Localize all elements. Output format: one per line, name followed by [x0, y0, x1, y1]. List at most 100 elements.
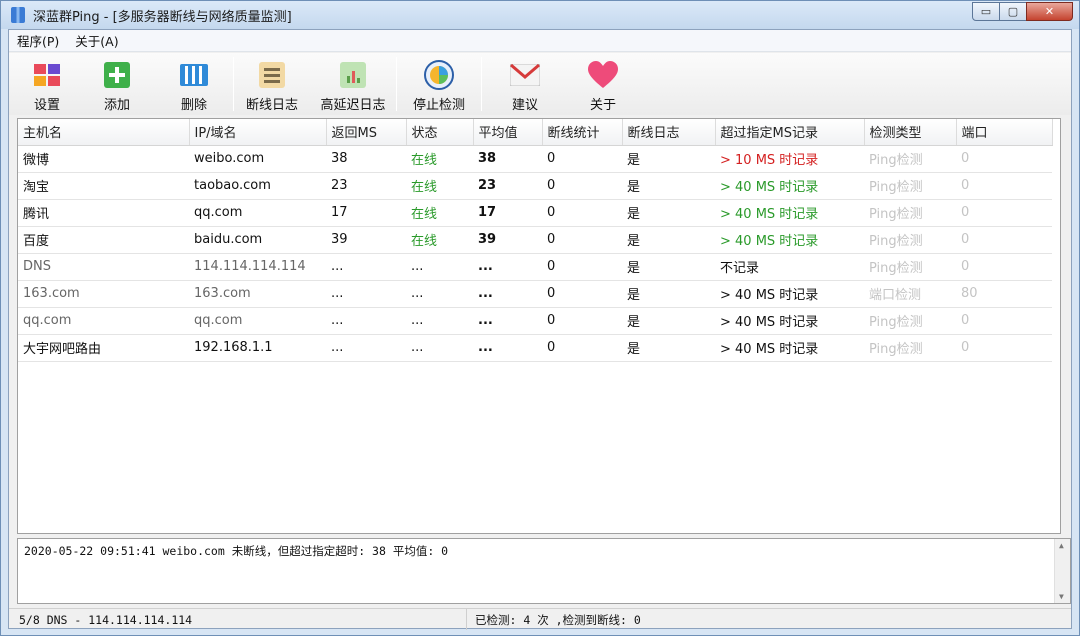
menu-bar: 程序(P) 关于(A) — [9, 30, 1071, 52]
cell-port: 0 — [956, 226, 1052, 254]
cell-avg: 39 — [473, 226, 542, 254]
cell-ip: taobao.com — [189, 172, 326, 200]
cell-log: 是 — [622, 280, 715, 308]
cell-host: 微博 — [18, 145, 189, 173]
stop-detect-button[interactable]: 停止检测 — [397, 53, 481, 115]
host-table[interactable]: 主机名 IP/域名 返回MS 状态 平均值 断线统计 断线日志 超过指定MS记录 检测类型 端口 … — [17, 118, 1061, 534]
column-header[interactable]: 断线日志 — [622, 119, 716, 146]
cell-status: 在线 — [406, 199, 473, 227]
cell-drops: 0 — [542, 307, 622, 335]
cell-log: 是 — [622, 334, 715, 362]
column-header[interactable]: 断线统计 — [542, 119, 623, 146]
cell-log: 是 — [622, 172, 715, 200]
cell-status: 在线 — [406, 145, 473, 173]
cell-type: Ping检测 — [864, 145, 956, 173]
cell-ms: 17 — [326, 199, 406, 227]
cell-drops: 0 — [542, 172, 622, 200]
cell-ms: 23 — [326, 172, 406, 200]
table-row[interactable]: DNS 114.114.114.114......... 0 是不记录 Ping检测 0 — [18, 253, 1052, 281]
cell-log: 是 — [622, 199, 715, 227]
settings-button[interactable]: 设置 — [15, 53, 79, 115]
menu-program[interactable]: 程序(P) — [9, 31, 67, 50]
cell-over: 不记录 — [715, 253, 864, 281]
disconnect-log-button[interactable]: 断线日志 — [234, 53, 310, 115]
log-line: 2020-05-22 09:51:41 weibo.com 未断线，但超过指定超… — [24, 544, 449, 558]
delete-button[interactable]: 删除 — [155, 53, 233, 115]
column-header[interactable]: IP/域名 — [189, 119, 327, 146]
cell-over: > 40 MS 时记录 — [715, 172, 864, 200]
column-header[interactable]: 状态 — [406, 119, 474, 146]
disconnect-log-label: 断线日志 — [245, 98, 298, 113]
settings-label: 设置 — [33, 98, 60, 113]
table-row[interactable]: 淘宝 taobao.com 23 在线 23 0 是 > 40 MS 时记录 Ping检测 0 — [18, 172, 1052, 200]
cell-type: Ping检测 — [864, 334, 956, 362]
column-header[interactable]: 返回MS — [326, 119, 407, 146]
cell-drops: 0 — [542, 334, 622, 362]
column-header[interactable]: 平均值 — [473, 119, 543, 146]
table-row[interactable]: 大宇网吧路由 192.168.1.1......... 0 是 > 40 MS 时记录 P… — [18, 334, 1052, 362]
table-header: 主机名 IP/域名 返回MS 状态 平均值 断线统计 断线日志 超过指定MS记录 检测类型 端口 — [18, 119, 1053, 146]
column-header[interactable]: 端口 — [956, 119, 1053, 146]
table-row[interactable]: qq.com qq.com......... 0 是 > 40 MS 时记录 Ping检测… — [18, 307, 1052, 335]
high-latency-log-button[interactable]: 高延迟日志 — [310, 53, 396, 115]
window-title: 深蓝群Ping - [多服务器断线与网络质量监测] — [33, 9, 292, 25]
scroll-down-icon[interactable]: ▼ — [1059, 592, 1064, 601]
toolbar: 设置 添加 删除 断线日志 高延迟日志 停止检测 建议 关于 — [9, 53, 1071, 115]
menu-about[interactable]: 关于(A) — [67, 31, 126, 50]
cell-ms: ... — [326, 307, 406, 335]
table-row[interactable]: 163.com 163.com......... 0 是 > 40 MS 时记录 端口检测… — [18, 280, 1052, 308]
app-window: 深蓝群Ping - [多服务器断线与网络质量监测] ▭ ▢ ✕ 程序(P) 关于… — [0, 0, 1080, 636]
cell-port: 0 — [956, 307, 1052, 335]
cell-drops: 0 — [542, 199, 622, 227]
close-button[interactable]: ✕ — [1026, 2, 1073, 21]
suggest-label: 建议 — [511, 98, 538, 113]
maximize-button[interactable]: ▢ — [999, 2, 1027, 21]
cell-status: 在线 — [406, 226, 473, 254]
cell-host: 163.com — [18, 280, 189, 308]
mail-icon — [510, 61, 540, 89]
cell-host: 淘宝 — [18, 172, 189, 200]
high-latency-log-label: 高延迟日志 — [320, 98, 386, 113]
cell-log: 是 — [622, 226, 715, 254]
log-scrollbar[interactable]: ▲ ▼ — [1054, 539, 1070, 603]
log-area[interactable]: 2020-05-22 09:51:41 weibo.com 未断线，但超过指定超… — [17, 538, 1071, 604]
cell-avg: ... — [473, 280, 542, 308]
cell-log: 是 — [622, 145, 715, 173]
cell-port: 0 — [956, 145, 1052, 173]
cell-type: 端口检测 — [864, 280, 956, 308]
cell-over: > 10 MS 时记录 — [715, 145, 864, 173]
cell-ip: qq.com — [189, 199, 326, 227]
table-row[interactable]: 百度 baidu.com 39 在线 39 0 是 > 40 MS 时记录 Ping检测 0 — [18, 226, 1052, 254]
cell-type: Ping检测 — [864, 226, 956, 254]
cell-status: ... — [406, 280, 473, 308]
cell-ip: 114.114.114.114 — [189, 253, 326, 281]
cell-port: 80 — [956, 280, 1052, 308]
cell-ip: 192.168.1.1 — [189, 334, 326, 362]
cell-drops: 0 — [542, 253, 622, 281]
cell-type: Ping检测 — [864, 253, 956, 281]
cell-ip: baidu.com — [189, 226, 326, 254]
suggest-button[interactable]: 建议 — [482, 53, 568, 115]
cell-type: Ping检测 — [864, 172, 956, 200]
table-row[interactable]: 腾讯 qq.com 17 在线 17 0 是 > 40 MS 时记录 Ping检测 0 — [18, 199, 1052, 227]
column-header[interactable]: 超过指定MS记录 — [715, 119, 865, 146]
minimize-button[interactable]: ▭ — [972, 2, 1000, 21]
about-button[interactable]: 关于 — [568, 53, 638, 115]
column-header[interactable]: 检测类型 — [864, 119, 957, 146]
cell-port: 0 — [956, 334, 1052, 362]
cell-ms: 39 — [326, 226, 406, 254]
cell-ip: qq.com — [189, 307, 326, 335]
cell-host: 腾讯 — [18, 199, 189, 227]
heart-icon — [588, 61, 618, 89]
column-header[interactable]: 主机名 — [18, 119, 190, 146]
cell-port: 0 — [956, 253, 1052, 281]
scroll-up-icon[interactable]: ▲ — [1059, 541, 1064, 550]
add-button[interactable]: 添加 — [79, 53, 155, 115]
cell-avg: ... — [473, 334, 542, 362]
cell-drops: 0 — [542, 145, 622, 173]
add-label: 添加 — [103, 98, 130, 113]
window-controls: ▭ ▢ ✕ — [972, 2, 1073, 21]
cell-port: 0 — [956, 172, 1052, 200]
table-row[interactable]: 微博 weibo.com 38 在线 38 0 是 > 10 MS 时记录 Ping检测 0 — [18, 145, 1052, 173]
title-bar[interactable]: 深蓝群Ping - [多服务器断线与网络质量监测] ▭ ▢ ✕ — [1, 1, 1079, 29]
